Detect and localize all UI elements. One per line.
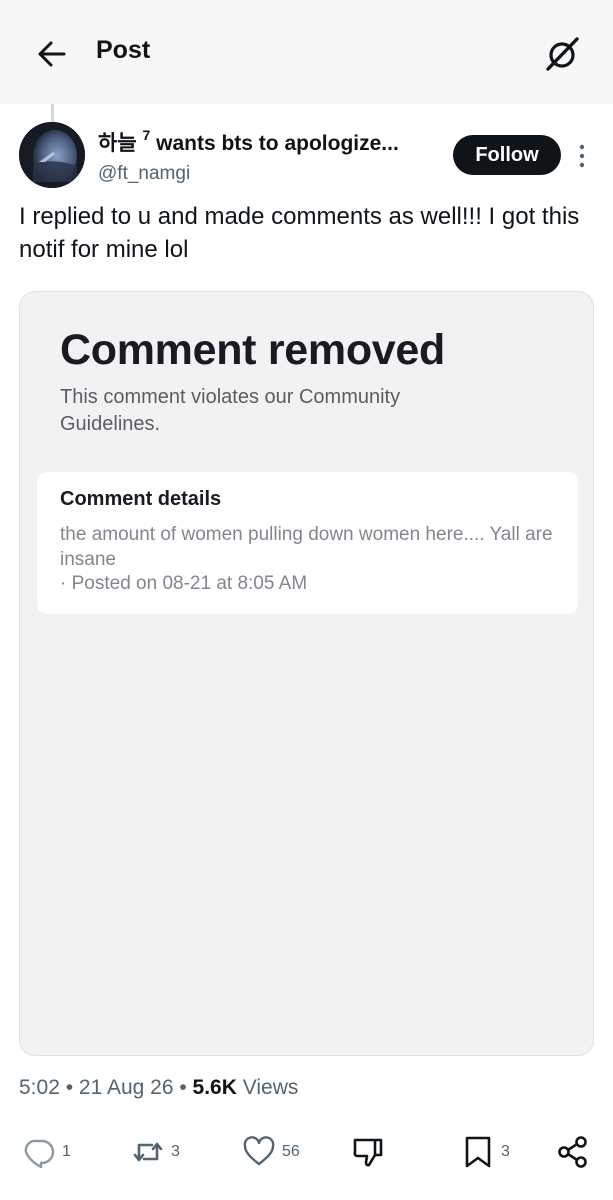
comment-details-card: Comment details the amount of women pull… [37,472,578,614]
reply-icon [24,1139,55,1169]
author-name-main: 하늘 [98,132,137,155]
author-name[interactable]: 하늘 7 wants bts to apologize... [98,127,399,157]
share-button[interactable] [556,1134,590,1170]
page-title: Post [96,36,151,64]
post-date: 21 Aug 26 [78,1076,174,1099]
author-name-rest: wants bts to apologize... [150,132,399,155]
post-text: I replied to u and made comments as well… [19,203,580,263]
like-button[interactable]: 56 [242,1134,300,1170]
bookmark-count: 3 [501,1143,510,1160]
share-icon [558,1136,587,1168]
follow-button[interactable]: Follow [453,135,561,175]
author-name-superscript: 7 [142,127,151,143]
more-options-icon[interactable] [575,142,589,170]
comment-details-body: the amount of women pulling down women h… [60,524,553,570]
repost-icon [133,1142,163,1162]
comment-posted-date: · Posted on 08-21 at 8:05 AM [60,573,308,594]
media-description: This comment violates our Community Guid… [60,386,401,435]
meta-separator: • [173,1076,193,1099]
attached-image[interactable]: Comment removed This comment violates ou… [19,291,594,1056]
views-count[interactable]: 5.6K [193,1076,237,1099]
thread-connector-line [51,104,54,122]
avatar[interactable] [19,122,85,188]
repost-button[interactable]: 3 [131,1134,180,1170]
post-time: 5:02 [19,1076,60,1099]
grok-icon[interactable] [542,34,582,74]
post-meta: 5:02 • 21 Aug 26 • 5.6K Views [19,1076,298,1100]
media-heading: Comment removed [60,326,445,374]
back-arrow-icon[interactable] [34,36,70,72]
bookmark-button[interactable]: 3 [461,1134,510,1170]
repost-count: 3 [171,1143,180,1160]
views-label: Views [236,1076,299,1099]
thumbs-down-icon [353,1138,383,1167]
dislike-button[interactable] [351,1134,385,1170]
top-bar: Post [0,0,613,104]
post-page: Post 하늘 7 wants bts to apologize... @ft_… [0,0,613,1200]
heart-icon [243,1136,275,1166]
like-count: 56 [282,1143,300,1160]
reply-button[interactable]: 1 [22,1134,71,1170]
author-handle[interactable]: @ft_namgi [98,163,190,185]
reply-count: 1 [62,1143,71,1160]
meta-separator: • [59,1076,79,1099]
comment-details-title: Comment details [60,488,222,510]
bookmark-icon [465,1136,491,1168]
